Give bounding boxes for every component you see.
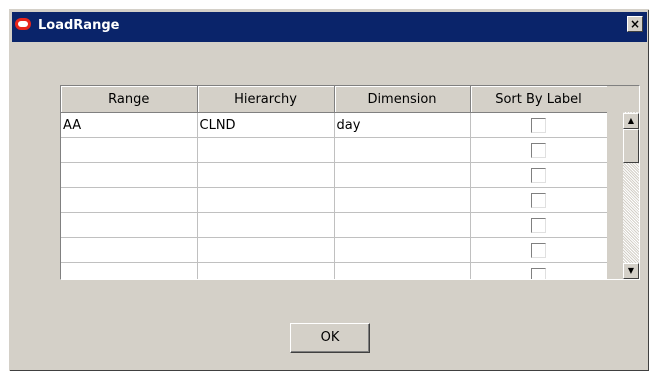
table-row — [61, 137, 607, 163]
hierarchy-cell[interactable] — [197, 187, 335, 213]
range-table: Range Hierarchy Dimension Sort By Label … — [60, 85, 640, 280]
sort-by-label-checkbox[interactable] — [531, 217, 546, 233]
range-cell[interactable] — [61, 187, 198, 213]
sort-by-label-checkbox[interactable] — [531, 242, 546, 258]
hierarchy-cell[interactable] — [197, 237, 335, 263]
sort-by-label-checkbox[interactable] — [531, 192, 546, 208]
column-header-range[interactable]: Range — [61, 86, 198, 113]
scroll-down-arrow-icon[interactable]: ▼ — [623, 263, 639, 279]
hierarchy-cell[interactable] — [197, 162, 335, 188]
hierarchy-cell[interactable] — [197, 262, 335, 279]
close-button[interactable]: × — [627, 16, 643, 32]
sort-by-label-cell — [470, 212, 607, 238]
sort-by-label-cell — [470, 112, 607, 138]
dimension-cell[interactable] — [334, 237, 471, 263]
sort-by-label-checkbox[interactable] — [531, 117, 546, 133]
hierarchy-cell[interactable] — [197, 137, 335, 163]
scrollbar-gutter — [607, 112, 623, 279]
range-grid: Range Hierarchy Dimension Sort By Label … — [61, 86, 607, 279]
dimension-cell[interactable] — [334, 187, 471, 213]
hierarchy-cell[interactable] — [197, 212, 335, 238]
table-row — [61, 162, 607, 188]
window-title: LoadRange — [38, 18, 120, 33]
sort-by-label-checkbox[interactable] — [531, 142, 546, 158]
range-cell[interactable] — [61, 137, 198, 163]
sort-by-label-cell — [470, 137, 607, 163]
sort-by-label-cell — [470, 262, 607, 279]
range-cell[interactable] — [61, 237, 198, 263]
dimension-cell[interactable] — [334, 262, 471, 279]
sort-by-label-cell — [470, 187, 607, 213]
sort-by-label-checkbox[interactable] — [531, 267, 546, 279]
scrollbar-thumb[interactable] — [623, 129, 639, 163]
column-header-dimension[interactable]: Dimension — [334, 86, 471, 113]
hierarchy-cell[interactable]: CLND — [197, 112, 335, 138]
sort-by-label-cell — [470, 162, 607, 188]
vertical-scrollbar[interactable]: ▲ ▼ — [607, 112, 639, 279]
range-cell[interactable] — [61, 212, 198, 238]
sort-by-label-cell — [470, 237, 607, 263]
column-header-sort-by-label[interactable]: Sort By Label — [470, 86, 607, 113]
dimension-cell[interactable] — [334, 212, 471, 238]
dimension-cell[interactable]: day — [334, 112, 471, 138]
range-cell[interactable] — [61, 262, 198, 279]
scroll-up-arrow-icon[interactable]: ▲ — [623, 113, 639, 129]
table-row — [61, 262, 607, 279]
range-cell[interactable] — [61, 162, 198, 188]
dimension-cell[interactable] — [334, 162, 471, 188]
table-row: AA CLND day — [61, 112, 607, 138]
range-cell[interactable]: AA — [61, 112, 198, 138]
oracle-logo-icon — [15, 18, 31, 30]
title-bar[interactable]: LoadRange × — [12, 12, 647, 42]
table-row — [61, 237, 607, 263]
dimension-cell[interactable] — [334, 137, 471, 163]
table-row — [61, 187, 607, 213]
column-header-hierarchy[interactable]: Hierarchy — [197, 86, 335, 113]
loadrange-dialog: LoadRange × Range Hierarchy Dimension So… — [9, 9, 649, 371]
header-row: Range Hierarchy Dimension Sort By Label — [61, 86, 607, 113]
ok-button[interactable]: OK — [290, 323, 370, 353]
table-row — [61, 212, 607, 238]
sort-by-label-checkbox[interactable] — [531, 167, 546, 183]
